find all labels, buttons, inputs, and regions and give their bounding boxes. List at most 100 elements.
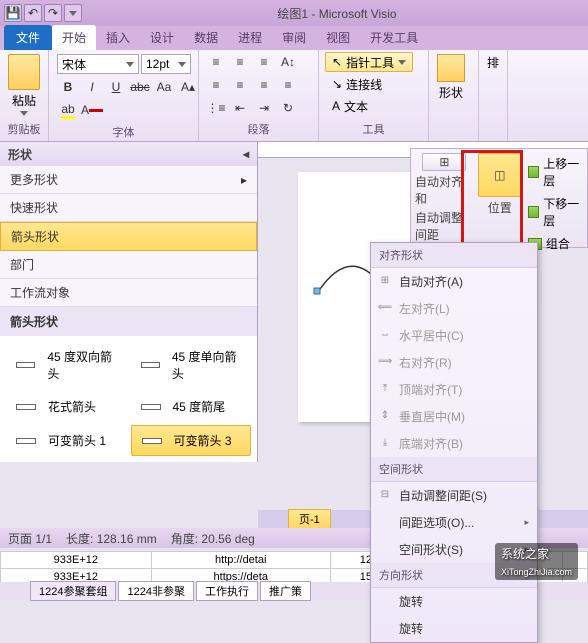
align-left-icon[interactable]: ≡ [205, 75, 227, 95]
font-color-button[interactable]: A [81, 100, 103, 120]
menu-space-options[interactable]: 间距选项(O)...▸ [371, 509, 537, 536]
status-page: 页面 1/1 [8, 530, 52, 547]
align-icon: ⊞ [439, 155, 449, 169]
align-bottom-icon: ⤓ [377, 434, 393, 450]
align-center-icon[interactable]: ≡ [229, 75, 251, 95]
group-font: 宋体 12pt B I U abc Aa A▴ ab A 字体 [49, 50, 199, 141]
grow-font-button[interactable]: A▴ [177, 77, 199, 97]
file-tab[interactable]: 文件 [4, 25, 52, 50]
tab-process[interactable]: 进程 [228, 25, 272, 50]
font-size-combo[interactable]: 12pt [141, 54, 191, 74]
shape-button[interactable]: 形状 [435, 52, 467, 103]
tab-design[interactable]: 设计 [140, 25, 184, 50]
italic-button[interactable]: I [81, 77, 103, 97]
annotation-highlight-box [461, 150, 523, 246]
tab-home[interactable]: 开始 [52, 25, 96, 50]
tab-data[interactable]: 数据 [184, 25, 228, 50]
text-icon: A [332, 99, 340, 113]
shape-fancy-arrow[interactable]: 花式箭头 [6, 392, 127, 421]
menu-align-vcenter[interactable]: ⇕垂直居中(M) [371, 403, 537, 430]
align-left-icon: ⟸ [377, 299, 393, 315]
sheet-tab[interactable]: 推广策 [260, 581, 311, 601]
align-bottom-icon[interactable]: ≡ [253, 52, 275, 72]
arrange-button[interactable]: 排 [485, 52, 501, 73]
sheet-tab[interactable]: 工作执行 [196, 581, 258, 601]
sheet-tab[interactable]: 1224非参聚 [118, 581, 193, 601]
connector-icon: ↘ [332, 77, 342, 91]
stencil-department[interactable]: 部门 [0, 251, 257, 279]
stencil-arrow-shapes[interactable]: 箭头形状 [0, 222, 257, 251]
send-backward-button[interactable]: 下移一层 [526, 193, 583, 231]
page-tab[interactable]: 页-1 [288, 509, 331, 529]
underline-button[interactable]: U [105, 77, 127, 97]
status-angle: 角度: 20.56 deg [171, 530, 255, 547]
menu-rotate-2[interactable]: 旋转 [371, 615, 537, 642]
menu-align-left[interactable]: ⟸左对齐(L) [371, 295, 537, 322]
layer-buttons: 上移一层 下移一层 组合 [526, 153, 583, 243]
tab-insert[interactable]: 插入 [96, 25, 140, 50]
status-length: 长度: 128.16 mm [66, 530, 157, 547]
stencil-more-shapes[interactable]: 更多形状▸ [0, 166, 257, 194]
group-label-paragraph: 段落 [205, 119, 312, 139]
text-tool-button[interactable]: A文本 [325, 96, 413, 116]
undo-icon[interactable]: ↶ [24, 4, 42, 22]
chevron-down-icon [20, 111, 28, 116]
menu-align-hcenter[interactable]: ⇔水平居中(C) [371, 322, 537, 349]
window-title: 绘图1 - Microsoft Visio [86, 5, 588, 22]
indent-dec-icon[interactable]: ⇤ [229, 98, 251, 118]
align-justify-icon[interactable]: ≡ [277, 75, 299, 95]
tab-review[interactable]: 审阅 [272, 25, 316, 50]
align-right-icon[interactable]: ≡ [253, 75, 275, 95]
bring-forward-button[interactable]: 上移一层 [526, 153, 583, 191]
shape-grid: 45 度双向箭头 45 度单向箭头 花式箭头 45 度箭尾 可变箭头 1 可变箭… [0, 336, 257, 462]
arrow-icon [135, 358, 166, 372]
connector-tool-button[interactable]: ↘连接线 [325, 74, 413, 94]
indent-inc-icon[interactable]: ⇥ [253, 98, 275, 118]
auto-align-button[interactable]: ⊞ [422, 153, 466, 171]
menu-align-right[interactable]: ⟹右对齐(R) [371, 349, 537, 376]
menu-align-top[interactable]: ⤒顶端对齐(T) [371, 376, 537, 403]
bullets-icon[interactable]: ⋮≡ [205, 98, 227, 118]
menu-align-bottom[interactable]: ⤓底端对齐(B) [371, 430, 537, 457]
menu-auto-space[interactable]: ⊟自动调整间距(S) [371, 482, 537, 509]
font-name-combo[interactable]: 宋体 [57, 54, 139, 74]
align-top-icon[interactable]: ≡ [205, 52, 227, 72]
menu-rotate-1[interactable]: 旋转 [371, 588, 537, 615]
align-auto-icon: ⊞ [377, 272, 393, 288]
align-middle-icon[interactable]: ≡ [229, 52, 251, 72]
rotate-text-icon[interactable]: ↻ [277, 98, 299, 118]
bold-button[interactable]: B [57, 77, 79, 97]
shapes-header: 形状 ◂ [0, 142, 257, 166]
position-dropdown-menu: 对齐形状 ⊞自动对齐(A) ⟸左对齐(L) ⇔水平居中(C) ⟹右对齐(R) ⤒… [370, 242, 538, 643]
save-icon[interactable]: 💾 [4, 4, 22, 22]
shape-45-single-arrow[interactable]: 45 度单向箭头 [131, 342, 252, 388]
shape-variable-arrow-1[interactable]: 可变箭头 1 [6, 425, 127, 456]
stencil-workflow[interactable]: 工作流对象 [0, 279, 257, 307]
highlight-button[interactable]: ab [57, 100, 79, 120]
menu-section-space: 空间形状 [371, 457, 537, 482]
redo-icon[interactable]: ↷ [44, 4, 62, 22]
strikethrough-button[interactable]: abc [129, 77, 151, 97]
qat-dropdown-icon[interactable] [64, 4, 82, 22]
menu-auto-align[interactable]: ⊞自动对齐(A) [371, 268, 537, 295]
stencil-list: 更多形状▸ 快速形状 箭头形状 部门 工作流对象 [0, 166, 257, 307]
stencil-title: 箭头形状 [0, 307, 257, 336]
shape-variable-arrow-3[interactable]: 可变箭头 3 [131, 425, 252, 456]
ribbon: 粘贴 剪贴板 宋体 12pt B I U abc Aa A▴ ab A [0, 50, 588, 142]
tab-view[interactable]: 视图 [316, 25, 360, 50]
chevron-left-icon[interactable]: ◂ [243, 147, 249, 161]
pointer-tool-button[interactable]: ↖指针工具 [325, 52, 413, 72]
arrow-icon [10, 434, 42, 448]
arrow-icon [10, 358, 41, 372]
paste-button[interactable]: 粘贴 [6, 52, 42, 118]
stencil-quick-shapes[interactable]: 快速形状 [0, 194, 257, 222]
text-direction-icon[interactable]: A↕ [277, 52, 299, 72]
case-button[interactable]: Aa [153, 77, 175, 97]
sheet-tab[interactable]: 1224参聚套组 [30, 581, 116, 601]
shape-45-bidir-arrow[interactable]: 45 度双向箭头 [6, 342, 127, 388]
layer-icon [528, 166, 539, 178]
tab-dev[interactable]: 开发工具 [360, 25, 428, 50]
shapes-panel: 形状 ◂ 更多形状▸ 快速形状 箭头形状 部门 工作流对象 箭头形状 45 度双… [0, 142, 258, 462]
chevron-right-icon: ▸ [524, 517, 529, 528]
shape-45-arrow-tail[interactable]: 45 度箭尾 [131, 392, 252, 421]
